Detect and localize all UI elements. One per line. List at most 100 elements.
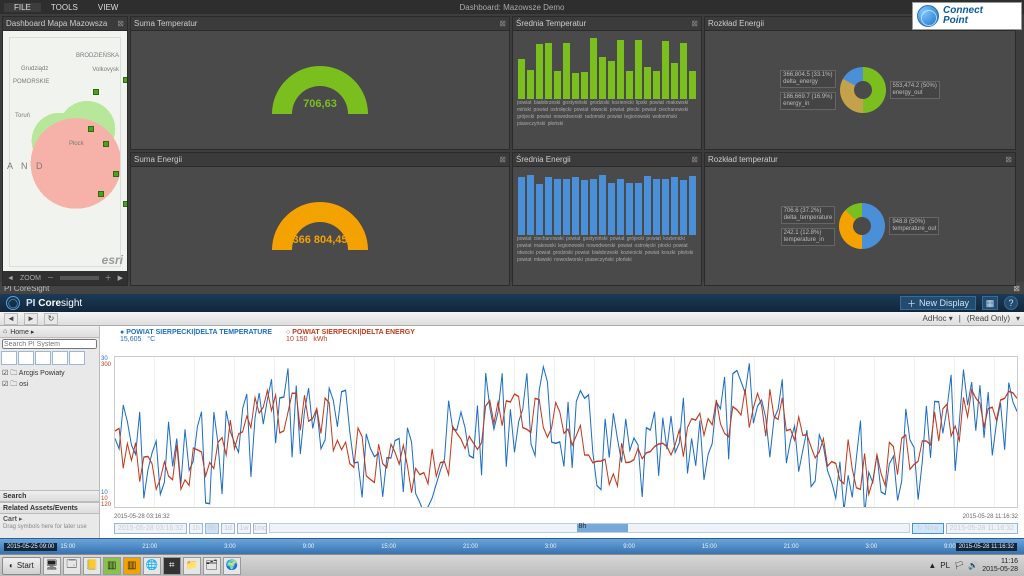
map-label: Grudziądz	[21, 66, 48, 72]
gauge-suma-energii: 366 804,45	[272, 202, 368, 250]
windows-taskbar: ◐ Start 🖥 🗔 📒 ▥ ▥ 🌐 ⌗ 📁 🗂 🌍 ▲ PL 🏳 🔊 11:…	[0, 554, 1024, 576]
map-marker[interactable]	[98, 191, 104, 197]
panel-title: Średnia Energii	[516, 155, 571, 164]
map-label: Płock	[69, 141, 84, 147]
range-1mo-button[interactable]: 1mo	[253, 523, 267, 534]
coresight-trend[interactable]: ● POWIAT SIERPECKI|DELTA TEMPERATURE15,6…	[100, 326, 1024, 538]
pie-callout: 706.6 (37.2%)delta_temperature	[781, 206, 836, 224]
taskbar-app-icon[interactable]: ▥	[103, 557, 121, 575]
table-tool-icon[interactable]	[52, 351, 68, 365]
taskbar-app-icon[interactable]: 📒	[83, 557, 101, 575]
ruler-ticks: 15:0021:003:009:0015:0021:003:009:0015:0…	[60, 544, 955, 550]
map-label: Toruń	[15, 113, 30, 119]
grid-view-button[interactable]: ▦	[982, 296, 998, 310]
taskbar-app-icon[interactable]: ▥	[123, 557, 141, 575]
map-marker[interactable]	[103, 141, 109, 147]
panel-rozklad-temperatur: Rozkład temperatur ⊠ 706.6 (37.2%)delta_t…	[704, 152, 1016, 286]
menu-tools[interactable]: TOOLS	[41, 3, 88, 12]
coresight-header: ◯ PI PI CoresightCoresight ＋New Display …	[0, 294, 1024, 312]
plot-area[interactable]	[114, 356, 1018, 508]
asset-tree: ☑ 🗀 Arcgis Powiaty ☑ 🗀 osi	[0, 366, 99, 490]
range-slider[interactable]: 8h	[269, 523, 910, 533]
pie-callout: 186,669.7 (16.9%)energy_in	[780, 92, 835, 110]
trend-tool-icon[interactable]	[1, 351, 17, 365]
pie-callout: 948.8 (50%)temperature_out	[889, 217, 939, 235]
map-label: A N D	[7, 161, 46, 171]
adhoc-dropdown[interactable]: AdHoc ▾	[923, 314, 953, 323]
range-1d-button[interactable]: 1d	[221, 523, 235, 534]
tree-item[interactable]: ☑ 🗀 osi	[2, 379, 97, 390]
range-start[interactable]: 2015-05-28 03:16:32	[114, 523, 187, 534]
y-axis: 30 300 10 10 120	[100, 356, 114, 508]
panel-close-icon[interactable]: ⊠	[499, 19, 506, 28]
panel-close-icon[interactable]: ⊠	[691, 155, 698, 164]
panel-close-icon[interactable]: ⊠	[1005, 155, 1012, 164]
taskbar-app-icon[interactable]: 🗂	[203, 557, 221, 575]
range-1w-button[interactable]: 1w	[237, 523, 251, 534]
taskbar-app-icon[interactable]: 📁	[183, 557, 201, 575]
map-marker[interactable]	[123, 201, 127, 207]
search-input[interactable]	[2, 339, 97, 349]
symbol-toolbar	[0, 350, 99, 366]
pie-callout: 242.1 (12.8%)temperature_in	[781, 228, 836, 246]
value-tool-icon[interactable]	[18, 351, 34, 365]
time-range-controls: 2015-05-28 03:16:32 1h 8h 1d 1w 1mo 8h ↻…	[114, 522, 1018, 534]
bar-chart-energii	[513, 167, 701, 235]
menu-file[interactable]: FILE	[4, 3, 41, 12]
pie-chart-temperature	[839, 203, 885, 249]
taskbar-app-icon[interactable]: 🗔	[63, 557, 81, 575]
map-marker[interactable]	[123, 77, 127, 83]
clock[interactable]: 11:162015-05-28	[982, 558, 1018, 574]
tray-icon[interactable]: 🏳	[954, 561, 964, 570]
refresh-button[interactable]: ↻	[44, 313, 58, 325]
cart-section: Cart ▸ Drag symbols here for later use	[0, 514, 99, 538]
bar-chart-temperatur	[513, 31, 701, 99]
now-button[interactable]: ↻ Now	[912, 523, 944, 534]
x-axis: 2015-05-28 03:16:322015-05-28 11:16:32	[114, 514, 1018, 520]
taskbar-app-icon[interactable]: 🌍	[223, 557, 241, 575]
pie-chart-energy	[840, 67, 886, 113]
tree-item[interactable]: ☑ 🗀 Arcgis Powiaty	[2, 368, 97, 379]
map-marker[interactable]	[93, 89, 99, 95]
panel-title: Suma Energii	[134, 155, 182, 164]
map-canvas[interactable]: WARMIŃSKO-MAZURSKIE POMORSKIE BRODZIEŃSK…	[3, 31, 127, 285]
panel-map-mazowsza: Dashboard Mapa Mazowsza⊠ WARMIŃSKO-MAZUR…	[2, 16, 128, 286]
help-button[interactable]: ?	[1004, 296, 1018, 310]
taskbar-app-icon[interactable]: 🖥	[43, 557, 61, 575]
range-end[interactable]: 2015-05-28 11:16:32	[946, 523, 1018, 534]
panel-title: Rozkład temperatur	[708, 155, 778, 164]
map-marker[interactable]	[113, 171, 119, 177]
map-marker[interactable]	[88, 126, 94, 132]
menu-view[interactable]: VIEW	[88, 3, 128, 12]
panel-srednia-energii: Średnia Energii⊠ powiat ciechanowski pow…	[512, 152, 702, 286]
start-button[interactable]: ◐ Start	[2, 557, 41, 575]
range-1h-button[interactable]: 1h	[189, 523, 203, 534]
new-display-button[interactable]: ＋New Display	[900, 296, 976, 310]
related-section[interactable]: Related Assets/Events	[0, 502, 99, 514]
lang-indicator[interactable]: PL	[940, 561, 950, 570]
trend-legend: ● POWIAT SIERPECKI|DELTA TEMPERATURE15,6…	[120, 329, 415, 343]
panel-close-icon[interactable]: ⊠	[117, 19, 124, 28]
tray-icon[interactable]: 🔊	[968, 561, 978, 570]
panel-close-icon[interactable]: ⊠	[691, 19, 698, 28]
dashboard-grid: Suma Temperatur⊠ 706,63 Średnia Temperat…	[0, 14, 1024, 282]
coresight-sidebar: ⌂Home ▸ ☑ 🗀 Arcgis Powiaty ☑ 🗀 osi Searc…	[0, 326, 100, 538]
readonly-label: (Read Only)	[967, 314, 1010, 323]
gauge-tool-icon[interactable]	[35, 351, 51, 365]
taskbar-app-icon[interactable]: ⌗	[163, 557, 181, 575]
timeline-ruler[interactable]: 2015-05-25 09:00 15:0021:003:009:0015:00…	[0, 538, 1024, 554]
panel-close-icon[interactable]: ⊠	[499, 155, 506, 164]
map-label: Volkovysk	[92, 67, 119, 73]
bar-tool-icon[interactable]	[69, 351, 85, 365]
range-8h-button[interactable]: 8h	[205, 523, 219, 534]
taskbar-app-icon[interactable]: 🌐	[143, 557, 161, 575]
map-label: POMORSKIE	[13, 79, 49, 85]
tray-icon[interactable]: ▲	[928, 561, 936, 570]
brand-label: PI PI CoresightCoresight	[26, 298, 82, 309]
search-section[interactable]: Search	[0, 490, 99, 502]
panel-rozklad-energii: Rozkład Energii⊠ 366,804.5 (33.1%)delta_…	[704, 16, 1016, 150]
home-breadcrumb[interactable]: ⌂Home ▸	[0, 326, 99, 338]
forward-button[interactable]: ►	[24, 313, 38, 325]
back-button[interactable]: ◄	[4, 313, 18, 325]
chevron-down-icon[interactable]: ▾	[1016, 314, 1020, 323]
